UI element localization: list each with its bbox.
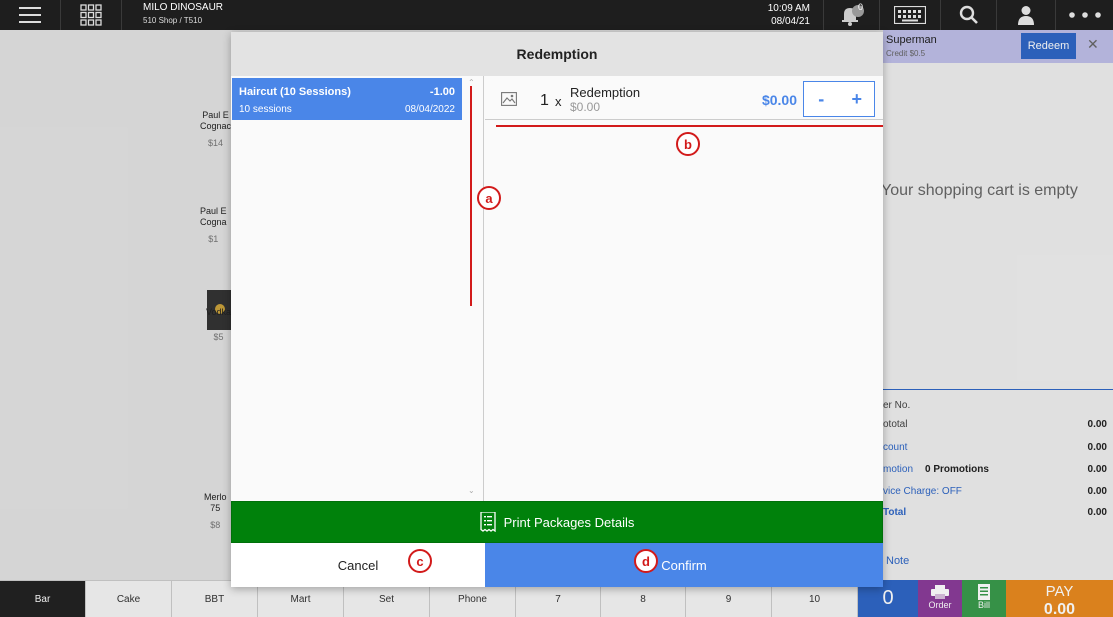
shop-name: MILO DINOSAUR [143,2,224,13]
notifications-button[interactable]: 0 [824,0,879,30]
notification-badge: 0 [858,2,864,12]
line-item: 1 x Redemption $0.00 $0.00 - + [485,78,883,120]
user-button[interactable] [997,0,1055,30]
clock-date: 08/04/21 [771,16,810,27]
keyboard-icon [894,6,926,24]
annotation-line-a [470,86,472,306]
search-button[interactable] [941,0,996,30]
line-item-total: $0.00 [761,92,797,108]
package-item[interactable]: Haircut (10 Sessions) -1.00 10 sessions … [232,78,462,120]
package-date: 08/04/2022 [404,104,455,115]
annotation-marker-d: d [634,549,658,573]
line-item-qty: 1 [540,92,549,109]
line-item-multiplier: x [555,94,562,109]
print-packages-button[interactable]: Print Packages Details [231,501,883,543]
cancel-button[interactable]: Cancel [231,543,485,587]
confirm-button[interactable]: Confirm [485,543,883,587]
apps-button[interactable] [61,0,121,30]
more-icon [1068,12,1101,18]
more-button[interactable] [1056,0,1113,30]
package-sessions: 10 sessions [239,104,292,115]
annotation-line-b [496,125,883,127]
shop-terminal: 510 Shop / T510 [143,16,203,25]
package-name: Haircut (10 Sessions) [239,86,351,98]
menu-button[interactable] [0,0,60,30]
image-placeholder-icon [501,92,517,106]
receipt-icon [479,512,496,532]
annotation-marker-b: b [676,132,700,156]
redemption-dialog: Redemption Haircut (10 Sessions) -1.00 1… [231,32,883,587]
top-bar: MILO DINOSAUR 510 Shop / T510 10:09 AM 0… [0,0,1113,30]
dialog-title: Redemption [231,32,883,76]
annotation-marker-a: a [477,186,501,210]
package-list: Haircut (10 Sessions) -1.00 10 sessions … [231,76,484,501]
line-item-unit-price: $0.00 [570,100,601,114]
increase-button[interactable]: + [839,82,874,116]
decrease-button[interactable]: - [804,82,839,116]
menu-icon [19,7,41,23]
print-packages-label: Print Packages Details [503,514,635,530]
search-icon [959,5,978,24]
clock-time: 10:09 AM [767,3,810,14]
package-qty: -1.00 [429,86,455,98]
scroll-down-icon[interactable]: ⌄ [468,486,475,495]
grid-icon [80,4,102,26]
clock: 10:09 AM 08/04/21 [740,2,810,28]
line-item-name: Redemption [570,85,641,100]
keyboard-button[interactable] [880,0,940,30]
quantity-stepper: - + [803,81,875,117]
user-icon [1018,6,1034,25]
annotation-marker-c: c [408,549,432,573]
